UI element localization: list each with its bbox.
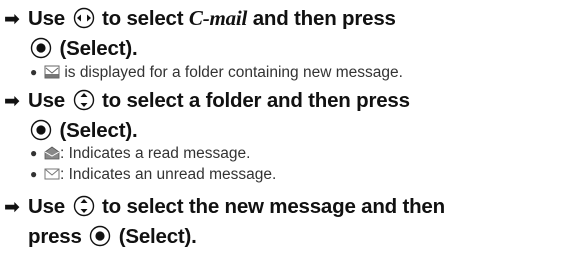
center-select-key-icon: [30, 119, 52, 141]
step-1-line-1: ➡ Use to select C-mail and then press: [4, 4, 564, 34]
step-3-select-text: (Select).: [118, 225, 197, 248]
arrow-icon: ➡: [4, 197, 20, 218]
center-select-key-icon: [30, 37, 52, 59]
step-1: ➡ Use to select C-mail and then press (Se…: [4, 4, 564, 63]
instruction-page: ➡ Use to select C-mail and then press (Se…: [0, 0, 569, 278]
unread-message-icon: [44, 168, 60, 180]
step-3-line-2: press (Select).: [4, 222, 564, 251]
step-2-note-1: ● : Indicates a read message.: [30, 143, 250, 164]
bullet-dot: ●: [30, 167, 38, 181]
step-2-mid-text: to select a folder and then press: [102, 89, 410, 112]
step-2-use-text: Use: [28, 89, 66, 112]
step-3-line-1: ➡ Use to select the new message and then: [4, 192, 564, 222]
step-1-post-text: and then press: [252, 7, 396, 30]
bullet-dot: ●: [30, 65, 38, 79]
step-2-note-2-text: : Indicates an unread message.: [60, 166, 277, 183]
up-down-nav-key-icon: [73, 195, 94, 217]
center-select-key-icon: [90, 225, 111, 247]
step-1-note-1-text: is displayed for a folder containing new…: [64, 64, 403, 81]
left-right-nav-key-icon: [73, 7, 94, 29]
step-1-mid-text: to select: [102, 7, 184, 30]
step-3-use-text: Use: [28, 195, 66, 218]
step-1-use-text: Use: [28, 7, 66, 30]
up-down-nav-key-icon: [73, 89, 94, 111]
step-3-press-text: press: [28, 225, 82, 248]
step-3-mid-text: to select the new message and then: [102, 195, 445, 218]
step-2-note-1-text: : Indicates a read message.: [60, 145, 251, 162]
step-1-note-1: ● is displayed for a folder containing n…: [30, 62, 403, 83]
step-2: ➡ Use to select a folder and then press (…: [4, 86, 564, 145]
step-1-line-2: (Select).: [4, 34, 564, 63]
step-1-select-text: (Select).: [59, 37, 138, 60]
step-2-line-1: ➡ Use to select a folder and then press: [4, 86, 564, 116]
arrow-icon: ➡: [4, 91, 20, 112]
new-message-folder-icon: [44, 65, 60, 79]
c-mail-keyword: C-mail: [188, 6, 248, 30]
step-2-line-2: (Select).: [4, 116, 564, 145]
step-3: ➡ Use to select the new message and then …: [4, 192, 564, 251]
step-2-note-2: ● : Indicates an unread message.: [30, 164, 276, 185]
step-2-select-text: (Select).: [59, 119, 138, 142]
bullet-dot: ●: [30, 146, 38, 160]
arrow-icon: ➡: [4, 9, 20, 30]
read-message-icon: [44, 146, 60, 160]
